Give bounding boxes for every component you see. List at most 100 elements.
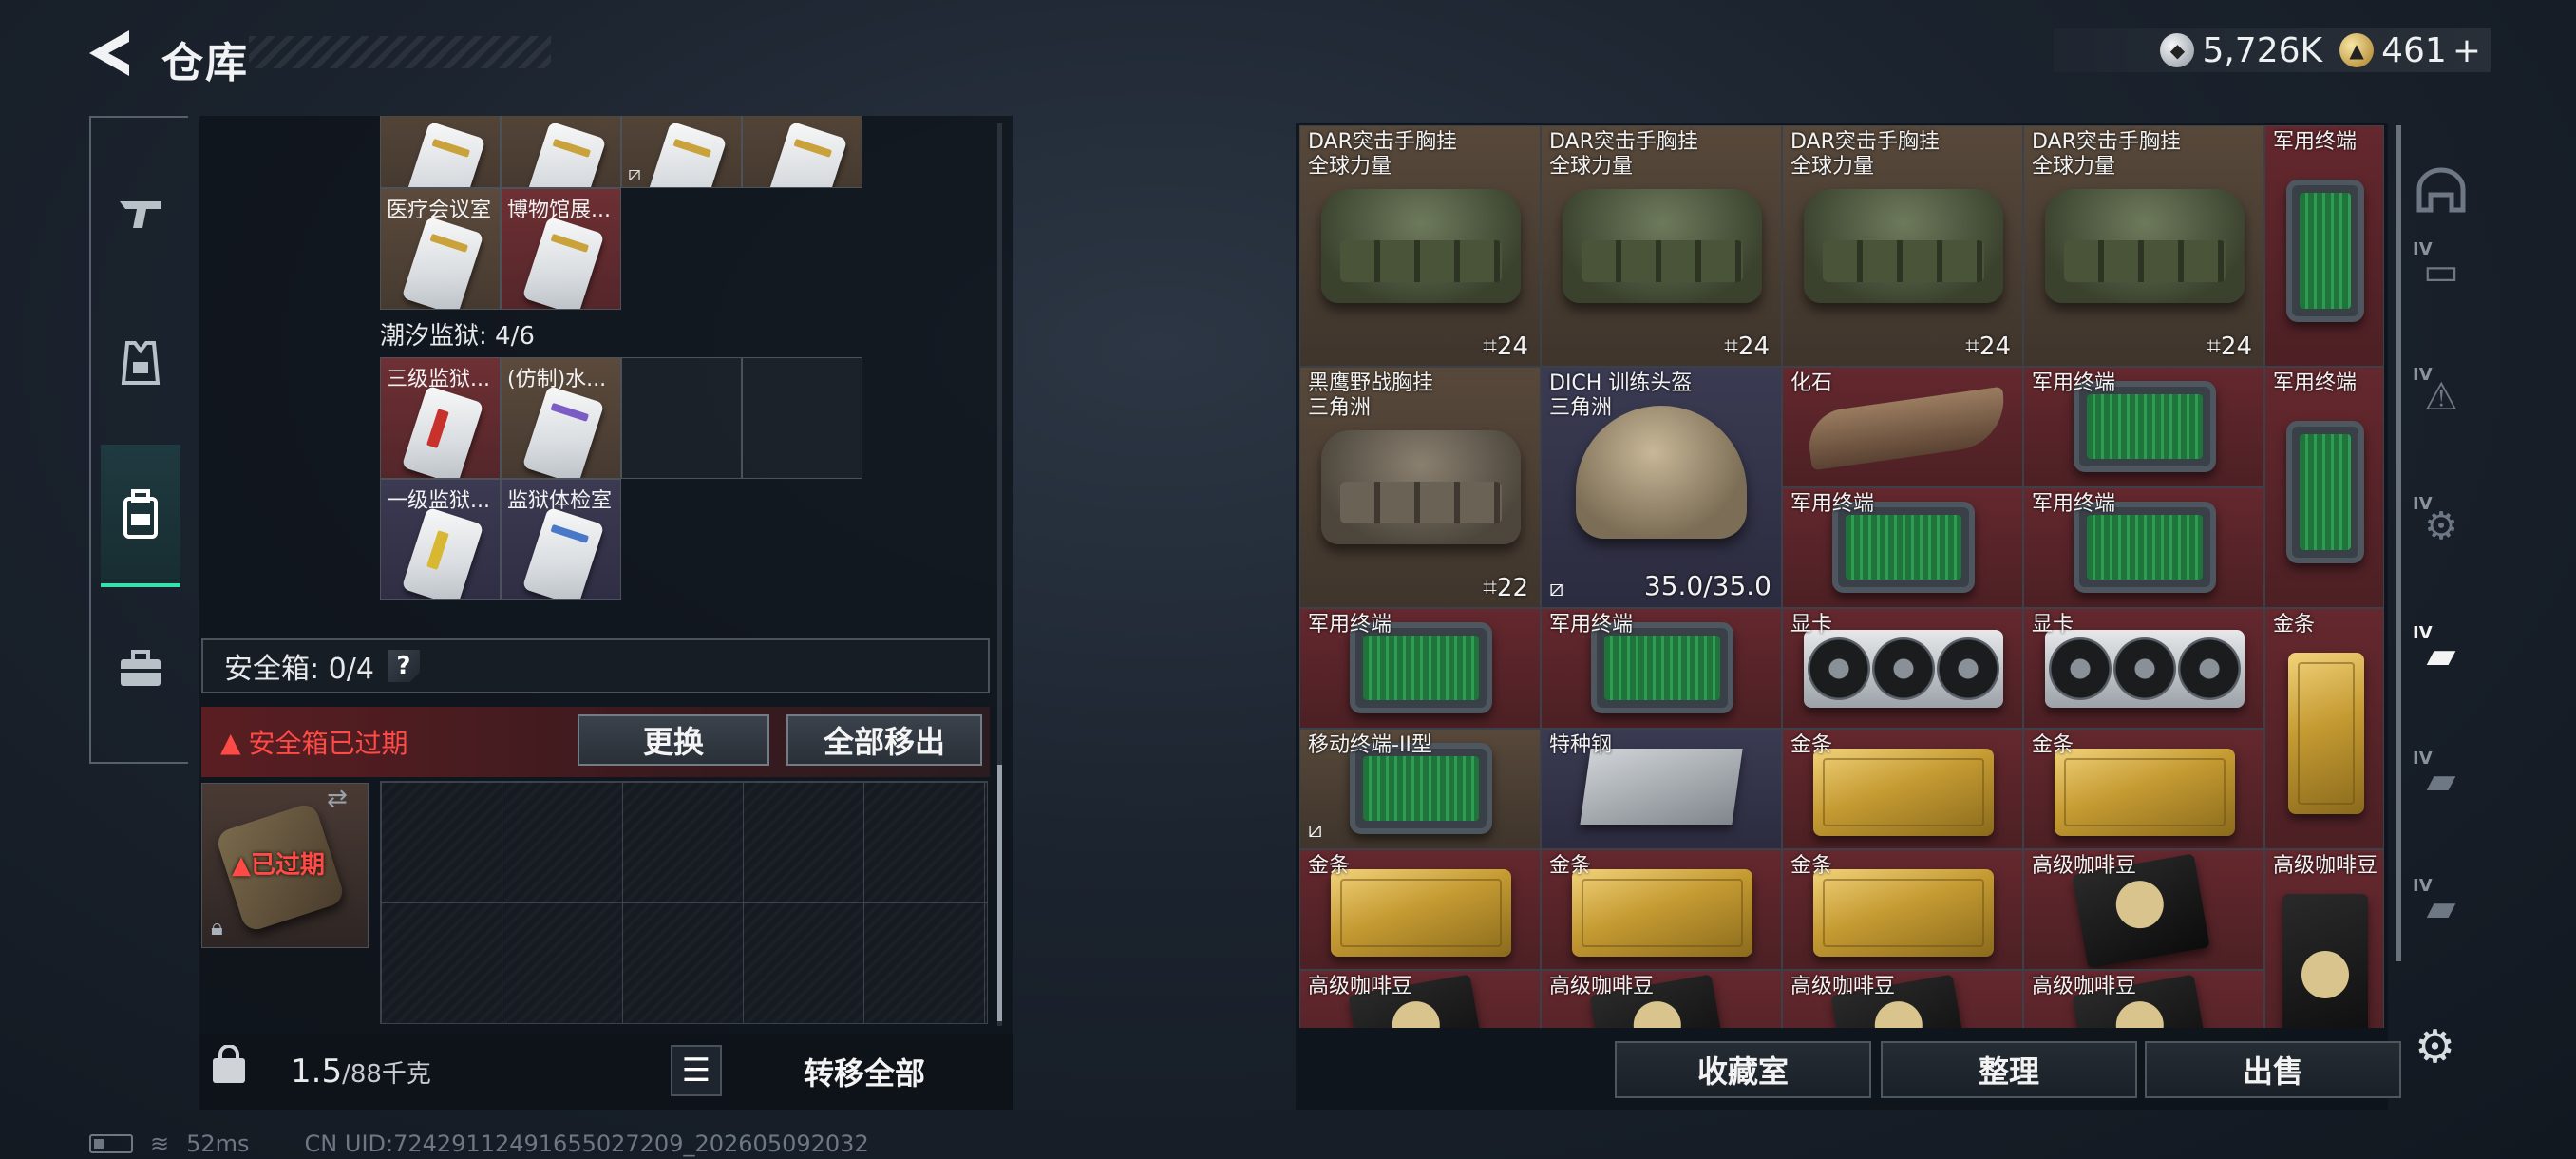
- item-label: 军用终端: [1308, 613, 1392, 636]
- empty-keycard-slot[interactable]: [742, 357, 862, 479]
- silver-amount: 5,726K: [2202, 30, 2323, 70]
- keycard-slot[interactable]: ⧄: [621, 116, 742, 188]
- warning-icon: ▲: [232, 851, 251, 880]
- warehouse-tab-nav: IV ▭ IV ⚠ IV ⚙ IV ▰ IV ▰ IV ▰: [2403, 124, 2483, 940]
- truck-icon[interactable]: IV ▰: [2403, 870, 2479, 946]
- safe-box-grid[interactable]: [380, 781, 988, 1024]
- item-coffee-beans[interactable]: 高级咖啡豆: [2264, 849, 2384, 1028]
- gold-currency[interactable]: ▲ 461 +: [2339, 31, 2481, 70]
- item-gold-bar[interactable]: 金条: [1541, 849, 1782, 970]
- item-subtitle: 三角洲: [1549, 396, 1613, 420]
- warehouse-scrollbar[interactable]: [2396, 125, 2401, 961]
- keycard-replica[interactable]: (仿制)水...: [501, 357, 621, 479]
- item-dar-vest[interactable]: DAR突击手胸挂 全球力量 ⌗24: [2023, 125, 2264, 367]
- item-label: 显卡: [1790, 613, 1833, 636]
- capacity: ⌗24: [1965, 332, 2011, 362]
- keycard-slot[interactable]: [501, 116, 621, 188]
- capacity-icon: ⌗: [2207, 332, 2221, 361]
- capacity: ⌗22: [1483, 574, 1528, 603]
- item-dar-vest[interactable]: DAR突击手胸挂 全球力量 ⌗24: [1541, 125, 1782, 367]
- truck-icon[interactable]: IV ▰: [2403, 743, 2479, 819]
- gun-icon[interactable]: [103, 175, 179, 251]
- keycard-level1-prison[interactable]: 一级监狱...: [380, 479, 501, 600]
- item-gold-bar[interactable]: 金条: [1299, 849, 1541, 970]
- empty-keycard-slot[interactable]: [621, 357, 742, 479]
- settings-gear-icon[interactable]: ⚙: [2415, 1020, 2455, 1074]
- gold-amount: 461: [2381, 30, 2447, 70]
- organize-button[interactable]: 整理: [1881, 1041, 2137, 1098]
- item-dich-helmet[interactable]: DICH 训练头盔 三角洲 ⧄ 35.0/35.0: [1541, 367, 1782, 608]
- item-special-steel[interactable]: 特种钢: [1541, 729, 1782, 849]
- status-bar: ≋ 52ms CN UID:7242911249165502720​9_2026…: [89, 1130, 869, 1157]
- item-coffee-beans[interactable]: 高级咖啡豆: [2023, 849, 2264, 970]
- item-mobile-terminal[interactable]: 移动终端-II型 ⧄: [1299, 729, 1541, 849]
- item-subtitle: 三角洲: [1308, 396, 1372, 420]
- add-currency-button[interactable]: +: [2453, 31, 2481, 70]
- item-dar-vest[interactable]: DAR突击手胸挂 全球力量 ⌗24: [1782, 125, 2023, 367]
- help-icon[interactable]: ?: [387, 650, 420, 682]
- item-label: 金条: [1790, 733, 1833, 757]
- item-coffee-beans[interactable]: 高级咖啡豆: [2023, 970, 2264, 1028]
- item-name: DICH 训练头盔: [1549, 371, 1693, 395]
- item-military-terminal[interactable]: 军用终端: [2023, 487, 2264, 608]
- item-military-terminal[interactable]: 军用终端: [2023, 367, 2264, 487]
- collection-room-button[interactable]: 收藏室: [1615, 1041, 1871, 1098]
- item-label: 金条: [2273, 613, 2316, 636]
- keycard-level3-prison[interactable]: 三级监狱...: [380, 357, 501, 479]
- list-icon[interactable]: ☰: [671, 1045, 722, 1096]
- item-dar-vest[interactable]: DAR突击手胸挂 全球力量 ⌗24: [1299, 125, 1541, 367]
- item-fossil[interactable]: 化石: [1782, 367, 2023, 487]
- item-name: DAR突击手胸挂: [1790, 130, 1940, 154]
- back-arrow-icon[interactable]: [85, 27, 133, 80]
- item-label: 医疗会议室: [387, 199, 492, 222]
- item-label: 军用终端: [2273, 130, 2358, 154]
- item-label: 高级咖啡豆: [2032, 975, 2137, 998]
- briefcase-icon[interactable]: [103, 631, 179, 707]
- vest-icon[interactable]: [103, 325, 179, 401]
- gear-rack-icon[interactable]: IV ⚙: [2403, 488, 2479, 564]
- item-military-terminal[interactable]: 军用终端: [1299, 608, 1541, 729]
- sell-button[interactable]: 出售: [2145, 1041, 2401, 1098]
- silver-coin-icon: ◆: [2160, 33, 2195, 67]
- title-decoration: [249, 36, 551, 68]
- move-all-out-button[interactable]: 全部移出: [786, 714, 982, 766]
- item-label: DAR突击手胸挂 全球力量: [1790, 130, 1940, 180]
- item-label: 金条: [2032, 733, 2074, 757]
- item-coffee-beans[interactable]: 高级咖啡豆: [1299, 970, 1541, 1028]
- keycard-medical[interactable]: 医疗会议室: [380, 188, 501, 310]
- item-military-terminal[interactable]: 军用终端: [1782, 487, 2023, 608]
- keycard-prison-checkup[interactable]: 监狱体检室: [501, 479, 621, 600]
- item-label: 高级咖啡豆: [2273, 854, 2378, 878]
- transfer-all-button[interactable]: 转移全部: [731, 1043, 997, 1100]
- item-gold-bar[interactable]: 金条: [2023, 729, 2264, 849]
- replace-button[interactable]: 更换: [578, 714, 769, 766]
- item-military-terminal[interactable]: 军用终端: [2264, 367, 2384, 608]
- item-name: DAR突击手胸挂: [2032, 130, 2181, 154]
- item-subtitle: 全球力量: [1790, 155, 1875, 179]
- item-gold-bar[interactable]: 金条: [1782, 849, 2023, 970]
- item-coffee-beans[interactable]: 高级咖啡豆: [1541, 970, 1782, 1028]
- keycard-slot[interactable]: [380, 116, 501, 188]
- swap-icon[interactable]: ⇄: [327, 785, 348, 813]
- item-gold-bar[interactable]: 金条: [1782, 729, 2023, 849]
- truck-icon[interactable]: IV ▰: [2403, 618, 2479, 694]
- keycard-slot[interactable]: [742, 116, 862, 188]
- left-scrollbar-thumb[interactable]: [997, 765, 1002, 1021]
- item-blackhawk-vest[interactable]: 黑鹰野战胸挂 三角洲 ⌗22: [1299, 367, 1541, 608]
- helmet-icon[interactable]: [2403, 152, 2479, 228]
- item-military-terminal[interactable]: 军用终端: [1541, 608, 1782, 729]
- item-label: 军用终端: [2032, 492, 2116, 516]
- item-coffee-beans[interactable]: 高级咖啡豆: [1782, 970, 2023, 1028]
- item-label: 金条: [1549, 854, 1592, 878]
- backpack-icon[interactable]: [101, 445, 180, 587]
- item-label: 军用终端: [1549, 613, 1634, 636]
- camera-rack-icon[interactable]: IV ▭: [2403, 234, 2479, 310]
- item-subtitle: 全球力量: [1308, 155, 1392, 179]
- item-gold-bar[interactable]: 金条: [2264, 608, 2384, 849]
- item-gpu[interactable]: 显卡: [1782, 608, 2023, 729]
- capacity-value: 24: [1979, 332, 2011, 361]
- warning-rack-icon[interactable]: IV ⚠: [2403, 359, 2479, 435]
- item-gpu[interactable]: 显卡: [2023, 608, 2264, 729]
- keycard-museum[interactable]: 博物馆展...: [501, 188, 621, 310]
- item-military-terminal[interactable]: 军用终端: [2264, 125, 2384, 367]
